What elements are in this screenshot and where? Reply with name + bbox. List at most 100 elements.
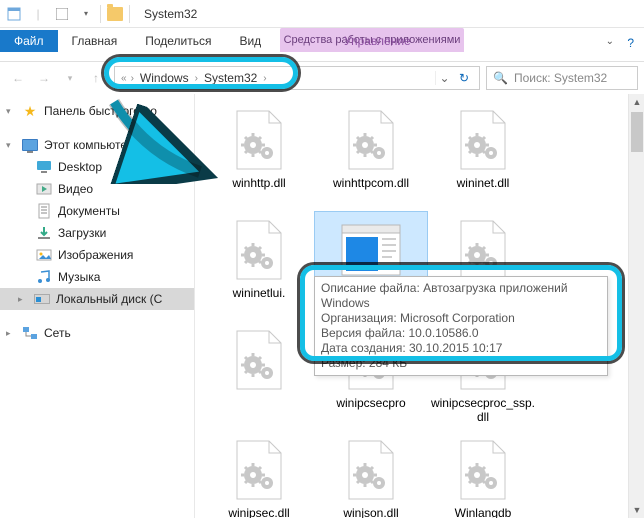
file-label: wininet.dll [457,176,510,190]
body: ▾ ★ Панель быстрого до ▾ Этот компьютер … [0,94,644,518]
chevron-right-icon[interactable]: ▸ [6,328,16,339]
network-icon [22,325,38,341]
images-icon [36,247,52,263]
address-bar[interactable]: « › Windows › System32 › ⌄ ↻ [114,66,480,90]
address-dropdown-icon[interactable]: ⌄ [435,71,453,85]
window-title: System32 [144,7,197,21]
nav-quick-access[interactable]: ▾ ★ Панель быстрого до [0,100,194,122]
nav-network[interactable]: ▸ Сеть [0,322,194,344]
scrollbar-vertical[interactable]: ▲ ▼ [628,94,644,518]
search-icon: 🔍 [493,71,508,85]
file-thumbnail [451,218,515,282]
downloads-icon [36,225,52,241]
file-item[interactable] [203,322,315,432]
ribbon-help-icon[interactable]: ? [627,36,634,50]
chevron-right-icon[interactable]: ▸ [18,294,28,305]
file-label: winjson.dll [343,506,398,518]
file-item[interactable] [427,212,539,322]
qat-divider: | [30,6,46,22]
file-thumbnail [339,328,403,392]
nav-item-video[interactable]: Видео [0,178,194,200]
file-label: winhttpcom.dll [333,176,409,190]
file-item[interactable]: wininetlui. [203,212,315,322]
qat-dropdown-icon[interactable]: ▾ [78,6,94,22]
file-thumbnail [227,328,291,392]
folder-icon [107,7,123,21]
file-thumbnail [451,438,515,502]
nav-buttons: ← → ▾ ↑ [6,66,108,90]
file-item[interactable]: winhttp.dll [203,102,315,212]
computer-icon [22,137,38,153]
file-item[interactable]: winipsec.dll [203,432,315,518]
desktop-icon [36,159,52,175]
file-item[interactable]: winipcsecpro [315,322,427,432]
breadcrumb[interactable]: Windows [136,71,193,85]
nav-up-icon[interactable]: ↑ [84,66,108,90]
drive-icon [34,291,50,307]
file-label: wininit.exe [343,286,399,300]
file-item[interactable]: winjson.dll [315,432,427,518]
nav-item-downloads[interactable]: Загрузки [0,222,194,244]
chevron-down-icon[interactable]: ▾ [6,106,16,117]
ribbon-strip: ⌄ ? [0,52,644,62]
nav-item-music[interactable]: Музыка [0,266,194,288]
scroll-down-icon[interactable]: ▼ [629,502,644,518]
video-icon [36,181,52,197]
file-label: winipcsecpro [336,396,405,410]
file-item[interactable]: wininet.dll [427,102,539,212]
qat-checkbox-icon[interactable] [54,6,70,22]
ribbon-expand-icon[interactable]: ⌄ [606,36,614,47]
file-label: winipsec.dll [228,506,289,518]
title-bar: | ▾ System32 [0,0,644,28]
file-item[interactable]: wininit.exe [315,212,427,322]
nav-item-drive[interactable]: ▸Локальный диск (C [0,288,194,310]
file-item[interactable]: winipcsecproc_ssp.dll [427,322,539,432]
chevron-right-icon[interactable]: › [193,73,200,84]
file-thumbnail [451,328,515,392]
tab-view[interactable]: Вид [225,30,275,52]
scrollbar-thumb[interactable] [631,112,643,152]
file-item[interactable]: winhttpcom.dll [315,102,427,212]
properties-icon[interactable] [6,6,22,22]
nav-item-desktop[interactable]: Desktop [0,156,194,178]
chevron-down-icon[interactable]: ▾ [6,140,16,151]
divider [129,5,130,23]
nav-back-icon[interactable]: ← [6,66,30,90]
refresh-icon[interactable]: ↻ [453,71,475,85]
file-thumbnail [227,438,291,502]
chevron-right-icon[interactable]: › [261,73,268,84]
breadcrumb[interactable]: System32 [200,71,261,85]
file-thumbnail [451,108,515,172]
nav-history-icon[interactable]: ▾ [58,66,82,90]
nav-forward-icon[interactable]: → [32,66,56,90]
file-label: winhttp.dll [232,176,285,190]
search-placeholder: Поиск: System32 [514,71,607,85]
tab-file[interactable]: Файл [0,30,58,52]
scroll-up-icon[interactable]: ▲ [629,94,644,110]
file-thumbnail [227,108,291,172]
file-label: wininetlui. [233,286,286,300]
quick-access-toolbar: | ▾ [6,6,94,22]
nav-item-images[interactable]: Изображения [0,244,194,266]
nav-this-pc[interactable]: ▾ Этот компьютер [0,134,194,156]
tab-share[interactable]: Поделиться [131,30,225,52]
docs-icon [36,203,52,219]
file-thumbnail [339,218,403,282]
star-icon: ★ [22,103,38,119]
chevron-right-icon[interactable]: › [129,73,136,84]
navigation-pane: ▾ ★ Панель быстрого до ▾ Этот компьютер … [0,94,195,518]
music-icon [36,269,52,285]
file-thumbnail [339,108,403,172]
divider [100,5,101,23]
search-input[interactable]: 🔍 Поиск: System32 [486,66,638,90]
crumb-root-icon[interactable]: « [119,73,129,84]
file-thumbnail [339,438,403,502]
file-label: winipcsecproc_ssp.dll [429,396,537,424]
file-thumbnail [227,218,291,282]
tab-home[interactable]: Главная [58,30,132,52]
file-label: Winlangdb [455,506,512,518]
nav-item-docs[interactable]: Документы [0,200,194,222]
file-item[interactable]: Winlangdb [427,432,539,518]
file-list: winhttp.dll winhttpcom.dll wininet.dll wini… [195,94,644,518]
tab-manage[interactable]: Управление [330,30,425,52]
